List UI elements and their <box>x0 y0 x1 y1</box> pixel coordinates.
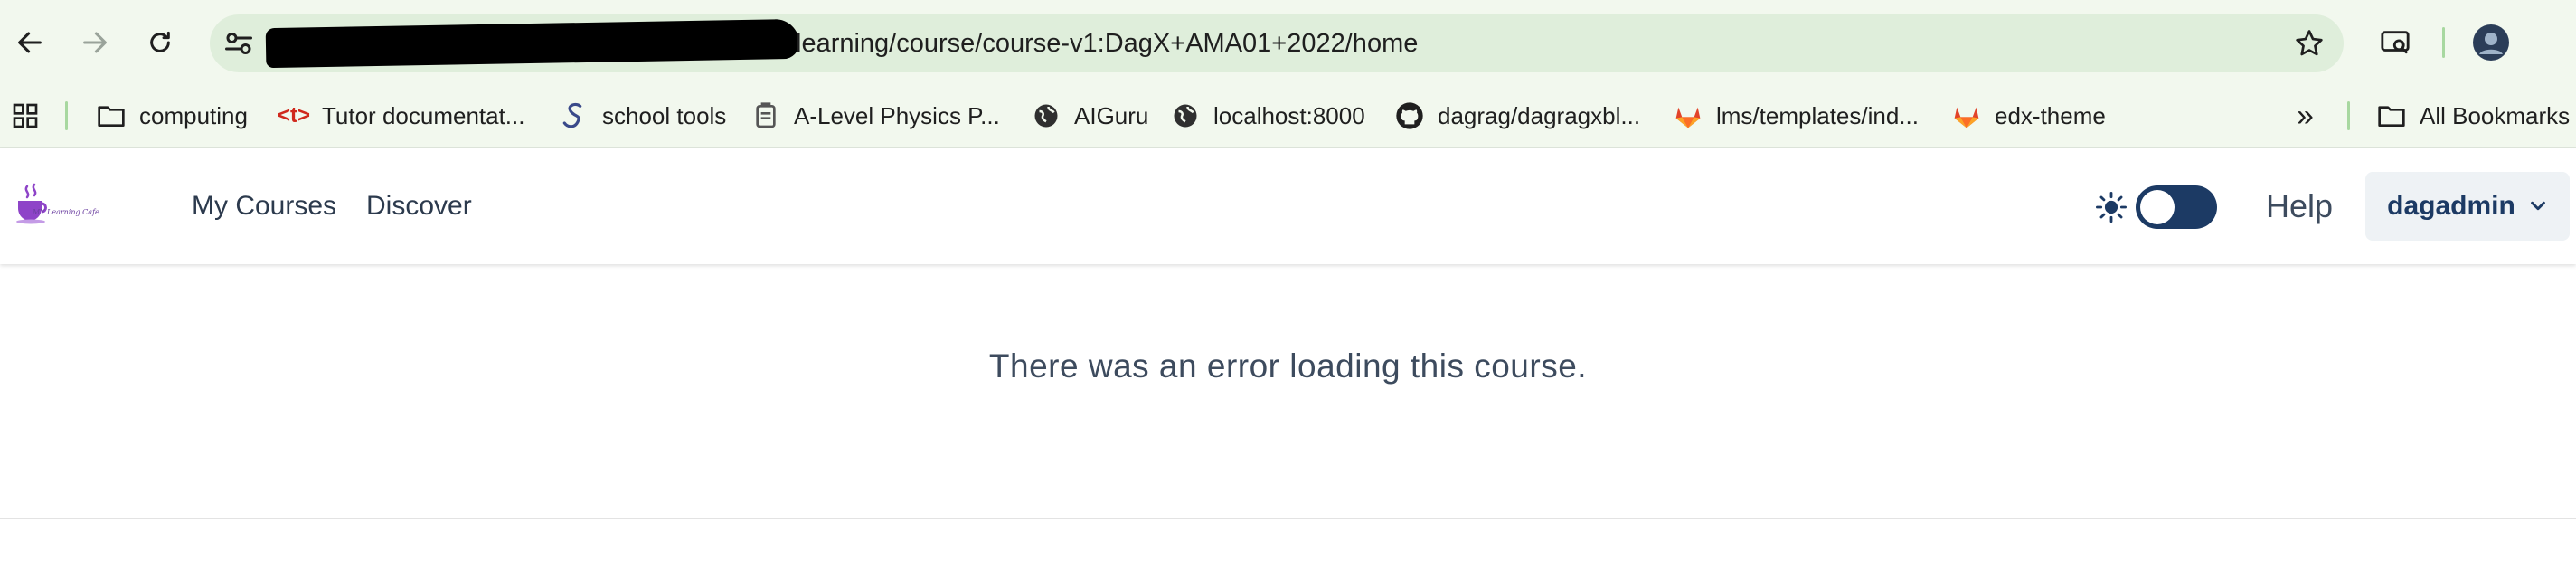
tab-search-icon <box>2381 31 2410 54</box>
browser-toolbar: learning/course/course-v1:DagX+AMA01+202… <box>0 0 2576 85</box>
bookmark-label: edx-theme <box>1995 101 2106 129</box>
folder-icon <box>2376 100 2407 131</box>
school-tools-icon <box>559 100 590 131</box>
forward-arrow-icon <box>83 32 107 53</box>
bookmark-label: computing <box>139 101 248 129</box>
profile-button[interactable] <box>2468 20 2514 65</box>
globe-icon <box>1031 100 1062 131</box>
bookmark-physics[interactable]: A-Level Physics P... <box>750 85 1000 147</box>
tutor-icon: <t> <box>277 103 311 128</box>
footer-divider <box>0 518 2576 519</box>
search-tab-button[interactable] <box>2373 20 2418 65</box>
chevron-down-icon <box>2530 201 2545 211</box>
folder-icon <box>96 100 127 131</box>
bookmarks-separator <box>65 101 68 130</box>
reload-icon <box>150 31 170 52</box>
bookmark-tutor[interactable]: <t> Tutor documentat... <box>277 85 525 147</box>
redacted-url-part <box>265 18 800 69</box>
bookmark-dagrag[interactable]: dagrag/dagragxbl... <box>1394 85 1640 147</box>
bookmarks-bar: computing <t> Tutor documentat... school… <box>0 85 2576 148</box>
all-bookmarks-label: All Bookmarks <box>2420 101 2571 129</box>
bookmark-label: lms/templates/ind... <box>1716 101 1919 129</box>
forward-button[interactable] <box>72 20 118 65</box>
bookmark-label: localhost:8000 <box>1213 101 1365 129</box>
url-text[interactable]: learning/course/course-v1:DagX+AMA01+202… <box>796 14 1418 72</box>
bookmarks-overflow-button[interactable]: » <box>2297 85 2314 147</box>
globe-icon <box>1170 100 1201 131</box>
bookmark-localhost[interactable]: localhost:8000 <box>1170 85 1365 147</box>
coffee-cup-icon <box>16 183 47 224</box>
site-logo[interactable] <box>14 183 123 228</box>
logo-text: MY Learning Cafe <box>33 208 99 216</box>
help-link[interactable]: Help <box>2266 148 2333 264</box>
physics-icon <box>750 100 781 131</box>
site-info-icon[interactable] <box>222 27 255 60</box>
apps-grid-icon <box>13 103 38 128</box>
bookmark-school-tools[interactable]: school tools <box>559 85 726 147</box>
github-icon <box>1394 100 1425 131</box>
toolbar-separator <box>2442 27 2445 58</box>
bookmark-lms-templates[interactable]: lms/templates/ind... <box>1673 85 1919 147</box>
sun-icon <box>2096 192 2127 223</box>
back-button[interactable] <box>7 20 52 65</box>
theme-switch[interactable] <box>2136 185 2217 229</box>
bookmark-label: A-Level Physics P... <box>794 101 1000 129</box>
bookmark-label: school tools <box>602 101 727 129</box>
nav-discover[interactable]: Discover <box>366 148 472 264</box>
theme-toggle[interactable] <box>2096 185 2253 230</box>
bookmark-label: AIGuru <box>1074 101 1149 129</box>
username: dagadmin <box>2387 191 2515 221</box>
bookmarks-separator <box>2347 101 2350 130</box>
gitlab-icon <box>1673 100 1703 131</box>
nav-my-courses[interactable]: My Courses <box>192 148 336 264</box>
address-bar[interactable]: learning/course/course-v1:DagX+AMA01+202… <box>210 14 2344 72</box>
moon-icon <box>2232 195 2244 219</box>
gitlab-icon <box>1951 100 1982 131</box>
course-error-message: There was an error loading this course. <box>988 347 1588 385</box>
switch-knob <box>2140 190 2175 224</box>
apps-button[interactable] <box>11 85 40 147</box>
bookmark-label: dagrag/dagragxbl... <box>1438 101 1641 129</box>
all-bookmarks-button[interactable]: All Bookmarks <box>2376 85 2570 147</box>
bookmark-edx-theme[interactable]: edx-theme <box>1951 85 2106 147</box>
site-header: MY Learning Cafe My Courses Discover Hel… <box>0 148 2576 264</box>
bookmark-star-icon[interactable] <box>2293 27 2326 60</box>
profile-avatar-icon <box>2473 24 2509 61</box>
bookmark-aiguru[interactable]: AIGuru <box>1031 85 1148 147</box>
back-arrow-icon <box>18 32 42 53</box>
bookmark-label: Tutor documentat... <box>322 101 525 129</box>
user-menu-button[interactable]: dagadmin <box>2365 172 2570 241</box>
reload-button[interactable] <box>137 20 183 65</box>
bookmark-computing[interactable]: computing <box>96 85 248 147</box>
